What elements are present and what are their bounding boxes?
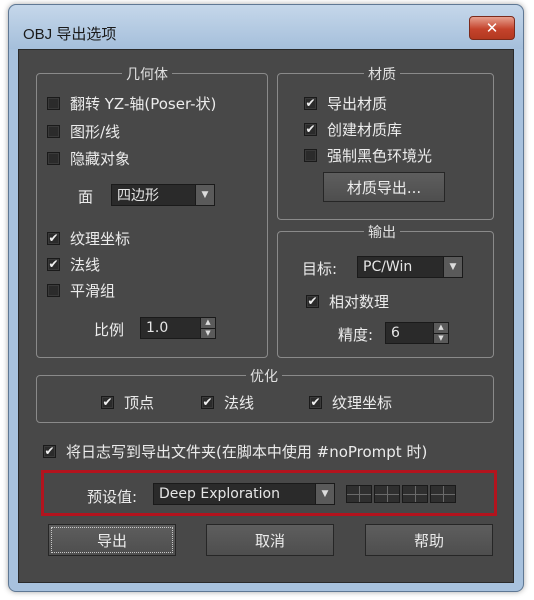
target-label: 目标:	[302, 260, 338, 278]
chevron-down-icon[interactable]: ▼	[315, 484, 334, 504]
force-black-ambient-label: 强制黑色环境光	[327, 147, 433, 165]
spinner-down-icon[interactable]: ▼	[434, 332, 448, 344]
normals-checkbox[interactable]: ✔	[47, 258, 60, 271]
preset-value: Deep Exploration	[159, 486, 280, 502]
export-materials-button[interactable]: 材质导出...	[323, 172, 445, 202]
preset-save-icon[interactable]	[346, 485, 372, 503]
relative-numbers-checkbox[interactable]: ✔	[306, 295, 319, 308]
flip-yz-label: 翻转 YZ-轴(Poser-状)	[70, 95, 217, 113]
geometry-group-title: 几何体	[122, 64, 172, 84]
preset-delete-icon[interactable]	[430, 485, 456, 503]
optimize-normals-option[interactable]: ✔ 法线	[201, 392, 254, 413]
geometry-group: 几何体 翻转 YZ-轴(Poser-状) 图形/线 隐藏对象 面 四边形 ▼ ✔…	[36, 64, 268, 358]
normals-option[interactable]: ✔ 法线	[47, 254, 100, 275]
scale-label: 比例	[94, 321, 125, 339]
preset-tools[interactable]	[346, 482, 458, 506]
spinner-arrows[interactable]: ▲ ▼	[433, 323, 448, 343]
shapes-lines-label: 图形/线	[70, 123, 121, 141]
preset-label: 预设值:	[87, 488, 138, 506]
preset-add-icon[interactable]	[402, 485, 428, 503]
smoothing-groups-checkbox[interactable]	[47, 284, 60, 297]
scale-spinner[interactable]: 1.0 ▲ ▼	[140, 317, 216, 339]
scale-value[interactable]: 1.0	[141, 320, 200, 336]
texture-coords-option[interactable]: ✔ 纹理坐标	[47, 228, 130, 249]
smoothing-groups-label: 平滑组	[70, 282, 116, 300]
write-log-option[interactable]: ✔ 将日志写到导出文件夹(在脚本中使用 #noPrompt 时)	[43, 441, 427, 462]
dialog-body: 几何体 翻转 YZ-轴(Poser-状) 图形/线 隐藏对象 面 四边形 ▼ ✔…	[18, 49, 514, 583]
normals-label: 法线	[70, 256, 101, 274]
shapes-lines-option[interactable]: 图形/线	[47, 121, 120, 142]
target-value: PC/Win	[363, 259, 413, 275]
texture-coords-label: 纹理坐标	[70, 230, 131, 248]
write-log-label: 将日志写到导出文件夹(在脚本中使用 #noPrompt 时)	[66, 443, 428, 461]
write-log-checkbox[interactable]: ✔	[43, 445, 56, 458]
optimize-vertices-checkbox[interactable]: ✔	[101, 396, 114, 409]
create-library-label: 创建材质库	[327, 121, 403, 139]
create-library-option[interactable]: ✔ 创建材质库	[304, 119, 402, 140]
hidden-objects-option[interactable]: 隐藏对象	[47, 148, 130, 169]
export-materials-label: 导出材质	[327, 95, 388, 113]
output-group: 输出 目标: PC/Win ▼ ✔ 相对数理 精度: 6 ▲ ▼	[277, 222, 494, 358]
close-button[interactable]: ✕	[469, 16, 515, 40]
create-library-checkbox[interactable]: ✔	[304, 123, 317, 136]
export-materials-option[interactable]: ✔ 导出材质	[304, 93, 387, 114]
optimize-texture-coords-label: 纹理坐标	[332, 394, 393, 412]
shapes-lines-checkbox[interactable]	[47, 125, 60, 138]
optimize-normals-checkbox[interactable]: ✔	[201, 396, 214, 409]
optimize-texture-coords-option[interactable]: ✔ 纹理坐标	[309, 392, 392, 413]
window-title: OBJ 导出选项	[23, 26, 117, 43]
spinner-up-icon[interactable]: ▲	[201, 318, 215, 328]
optimize-group: 优化 ✔ 顶点 ✔ 法线 ✔ 纹理坐标	[36, 366, 494, 423]
target-dropdown[interactable]: PC/Win ▼	[357, 256, 463, 278]
optimize-group-title: 优化	[246, 366, 282, 386]
preset-dropdown[interactable]: Deep Exploration ▼	[153, 483, 335, 505]
hidden-objects-checkbox[interactable]	[47, 152, 60, 165]
face-label: 面	[78, 188, 94, 206]
optimize-vertices-label: 顶点	[124, 394, 155, 412]
chevron-down-icon[interactable]: ▼	[195, 185, 214, 205]
precision-spinner[interactable]: 6 ▲ ▼	[385, 322, 449, 344]
title-bar[interactable]: OBJ 导出选项 ✕	[9, 5, 523, 49]
flip-yz-option[interactable]: 翻转 YZ-轴(Poser-状)	[47, 93, 216, 114]
relative-numbers-label: 相对数理	[329, 293, 390, 311]
close-icon: ✕	[485, 18, 499, 37]
help-button[interactable]: 帮助	[365, 524, 493, 556]
force-black-ambient-checkbox[interactable]	[304, 149, 317, 162]
texture-coords-checkbox[interactable]: ✔	[47, 232, 60, 245]
relative-numbers-option[interactable]: ✔ 相对数理	[306, 291, 389, 312]
hidden-objects-label: 隐藏对象	[70, 150, 131, 168]
force-black-ambient-option[interactable]: 强制黑色环境光	[304, 145, 432, 166]
material-group-title: 材质	[364, 64, 400, 84]
material-group: 材质 ✔ 导出材质 ✔ 创建材质库 强制黑色环境光 材质导出...	[277, 64, 494, 220]
face-type-value: 四边形	[117, 188, 159, 204]
face-type-dropdown[interactable]: 四边形 ▼	[111, 184, 215, 206]
optimize-normals-label: 法线	[224, 394, 255, 412]
spinner-arrows[interactable]: ▲ ▼	[200, 318, 215, 338]
precision-label: 精度:	[338, 326, 374, 344]
spinner-up-icon[interactable]: ▲	[434, 323, 448, 333]
preset-load-icon[interactable]	[374, 485, 400, 503]
chevron-down-icon[interactable]: ▼	[443, 257, 462, 277]
flip-yz-checkbox[interactable]	[47, 97, 60, 110]
export-materials-checkbox[interactable]: ✔	[304, 97, 317, 110]
cancel-button[interactable]: 取消	[206, 524, 334, 556]
precision-value[interactable]: 6	[386, 325, 433, 341]
optimize-vertices-option[interactable]: ✔ 顶点	[101, 392, 154, 413]
spinner-down-icon[interactable]: ▼	[201, 327, 215, 339]
output-group-title: 输出	[364, 222, 400, 242]
smoothing-groups-option[interactable]: 平滑组	[47, 280, 115, 301]
optimize-texture-coords-checkbox[interactable]: ✔	[309, 396, 322, 409]
export-button[interactable]: 导出	[48, 524, 176, 556]
obj-export-dialog: OBJ 导出选项 ✕ 几何体 翻转 YZ-轴(Poser-状) 图形/线 隐藏对…	[8, 4, 524, 592]
